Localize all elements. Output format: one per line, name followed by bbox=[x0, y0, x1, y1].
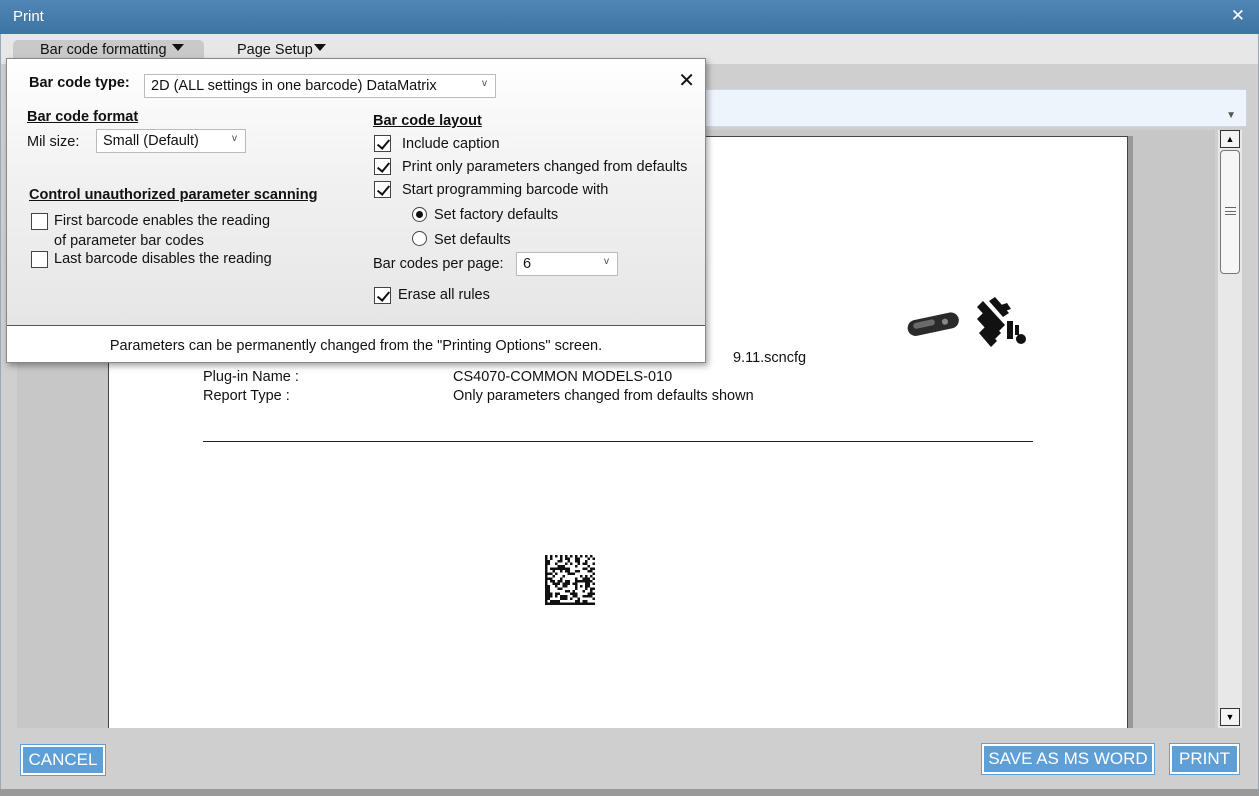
popup-footer-note: Parameters can be permanently changed fr… bbox=[7, 325, 705, 362]
window-title: Print bbox=[13, 8, 44, 25]
erase-all-rules-label: Erase all rules bbox=[398, 287, 490, 303]
chevron-down-icon: v bbox=[482, 78, 487, 89]
zebra-logo-icon bbox=[977, 297, 1026, 347]
chevron-down-icon: v bbox=[232, 133, 237, 144]
close-icon[interactable]: ✕ bbox=[678, 68, 695, 93]
scroll-down-icon[interactable]: ▼ bbox=[1220, 708, 1240, 726]
title-bar: Print ✕ bbox=[0, 0, 1259, 34]
cancel-button[interactable]: CANCEL bbox=[20, 744, 106, 776]
barcode-type-label: Bar code type: bbox=[29, 75, 130, 91]
first-barcode-label: First barcode enables the reading bbox=[54, 213, 271, 229]
print-only-changed-label: Print only parameters changed from defau… bbox=[402, 159, 688, 175]
close-icon[interactable]: ✕ bbox=[1231, 6, 1245, 26]
start-programming-checkbox[interactable] bbox=[374, 181, 391, 198]
expand-icon[interactable]: ▼ bbox=[1226, 110, 1236, 121]
plugin-name-label: Plug-in Name : bbox=[203, 369, 299, 385]
config-filename: 9.11.scncfg bbox=[733, 350, 807, 366]
divider bbox=[203, 441, 1033, 442]
chevron-down-icon: v bbox=[604, 256, 609, 267]
include-caption-label: Include caption bbox=[402, 136, 500, 152]
per-page-label: Bar codes per page: bbox=[373, 256, 504, 272]
barcode-type-value: 2D (ALL settings in one barcode) DataMat… bbox=[151, 78, 437, 94]
erase-all-rules-checkbox[interactable] bbox=[374, 287, 391, 304]
last-barcode-label: Last barcode disables the reading bbox=[54, 251, 272, 267]
set-defaults-label: Set defaults bbox=[434, 232, 511, 248]
plugin-name-value: CS4070-COMMON MODELS-010 bbox=[453, 369, 673, 385]
barcode-type-select[interactable]: 2D (ALL settings in one barcode) DataMat… bbox=[144, 74, 496, 98]
set-defaults-radio[interactable] bbox=[412, 231, 427, 246]
control-scanning-header: Control unauthorized parameter scanning bbox=[29, 187, 318, 203]
scroll-thumb[interactable] bbox=[1220, 150, 1240, 274]
mil-size-value: Small (Default) bbox=[103, 133, 199, 149]
bar-code-layout-header: Bar code layout bbox=[373, 113, 482, 129]
grip-icon bbox=[1225, 207, 1236, 215]
vertical-scrollbar[interactable]: ▲ ▼ bbox=[1218, 130, 1242, 728]
per-page-value: 6 bbox=[523, 256, 532, 272]
bar-code-format-header: Bar code format bbox=[27, 109, 139, 125]
tab-label: Bar code formatting bbox=[40, 42, 167, 58]
first-barcode-checkbox[interactable] bbox=[31, 213, 48, 230]
print-only-changed-checkbox[interactable] bbox=[374, 158, 391, 175]
start-programming-label: Start programming barcode with bbox=[402, 182, 609, 198]
factory-defaults-label: Set factory defaults bbox=[434, 207, 559, 223]
mil-size-label: Mil size: bbox=[27, 134, 80, 150]
factory-defaults-radio[interactable] bbox=[412, 207, 427, 222]
per-page-select[interactable]: 6v bbox=[516, 252, 618, 276]
barcode-formatting-popup: Bar code type: 2D (ALL settings in one b… bbox=[6, 58, 706, 363]
print-button[interactable]: PRINT bbox=[1169, 743, 1240, 775]
first-barcode-label-2: of parameter bar codes bbox=[54, 233, 204, 249]
last-barcode-checkbox[interactable] bbox=[31, 251, 48, 268]
tab-label: Page Setup bbox=[237, 42, 313, 58]
mil-size-select[interactable]: Small (Default) v bbox=[96, 129, 246, 153]
include-caption-checkbox[interactable] bbox=[374, 135, 391, 152]
report-type-label: Report Type : bbox=[203, 388, 290, 404]
caret-down-icon bbox=[171, 44, 184, 51]
report-type-value: Only parameters changed from defaults sh… bbox=[453, 388, 754, 404]
scanner-device-icon bbox=[907, 312, 959, 336]
scroll-up-icon[interactable]: ▲ bbox=[1220, 130, 1240, 148]
caret-down-icon bbox=[313, 44, 326, 51]
datamatrix-barcode bbox=[545, 555, 595, 605]
status-strip bbox=[0, 789, 1259, 796]
save-as-word-button[interactable]: SAVE AS MS WORD bbox=[981, 743, 1155, 775]
